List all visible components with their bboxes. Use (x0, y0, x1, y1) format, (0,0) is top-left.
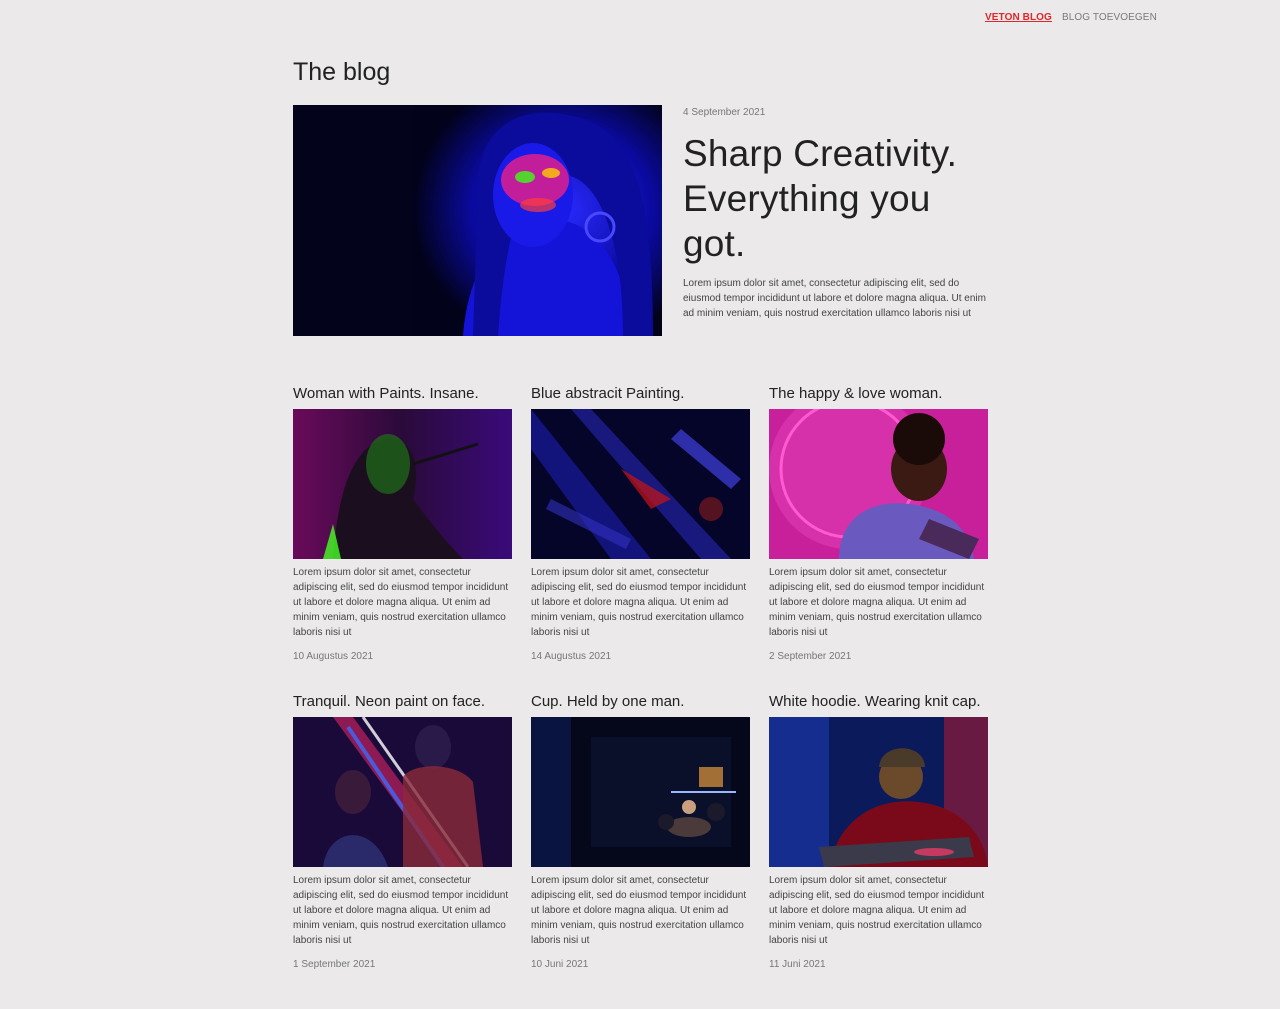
post-image[interactable] (293, 717, 512, 867)
nav-link-veton-blog[interactable]: VETON BLOG (985, 12, 1052, 23)
post-date: 1 September 2021 (293, 959, 376, 970)
post-image[interactable] (531, 409, 750, 559)
hero-title[interactable]: Sharp Creativity. Everything you got. (683, 131, 993, 266)
post-title[interactable]: White hoodie. Wearing knit cap. (769, 693, 988, 711)
post-title[interactable]: Cup. Held by one man. (531, 693, 750, 711)
post-excerpt: Lorem ipsum dolor sit amet, consectetur … (769, 875, 985, 946)
hero-date: 4 September 2021 (683, 107, 766, 118)
post-grid-row-2: Tranquil. Neon paint on face. Lorem ipsu… (293, 693, 988, 970)
nav-link-blog-toevoegen[interactable]: BLOG TOEVOEGEN (1062, 12, 1157, 23)
page-title: The blog (293, 58, 391, 86)
hero-article: 4 September 2021 Sharp Creativity. Every… (683, 107, 993, 321)
post-date: 10 Juni 2021 (531, 959, 589, 970)
post-date: 2 September 2021 (769, 651, 852, 662)
post-image[interactable] (531, 717, 750, 867)
post-date: 11 Juni 2021 (769, 959, 826, 970)
post-card[interactable]: Woman with Paints. Insane. Lorem ipsum d… (293, 385, 512, 662)
post-image[interactable] (293, 409, 512, 559)
post-excerpt: Lorem ipsum dolor sit amet, consectetur … (531, 875, 747, 946)
post-date: 10 Augustus 2021 (293, 651, 374, 662)
post-grid-row-1: Woman with Paints. Insane. Lorem ipsum d… (293, 385, 988, 662)
post-card[interactable]: Tranquil. Neon paint on face. Lorem ipsu… (293, 693, 512, 970)
post-card[interactable]: White hoodie. Wearing knit cap. Lorem ip… (769, 693, 988, 970)
hero-excerpt: Lorem ipsum dolor sit amet, consectetur … (683, 278, 986, 319)
post-card[interactable]: Blue abstracit Painting. Lorem ipsum dol… (531, 385, 750, 662)
post-excerpt: Lorem ipsum dolor sit amet, consectetur … (293, 567, 509, 638)
post-title[interactable]: The happy & love woman. (769, 385, 988, 403)
post-date: 14 Augustus 2021 (531, 651, 612, 662)
post-title[interactable]: Blue abstracit Painting. (531, 385, 750, 403)
hero-image[interactable] (293, 105, 662, 336)
post-title[interactable]: Woman with Paints. Insane. (293, 385, 512, 403)
post-image[interactable] (769, 717, 988, 867)
post-excerpt: Lorem ipsum dolor sit amet, consectetur … (769, 567, 985, 638)
post-card[interactable]: Cup. Held by one man. Lorem ipsum dolor … (531, 693, 750, 970)
post-image[interactable] (769, 409, 988, 559)
post-title[interactable]: Tranquil. Neon paint on face. (293, 693, 512, 711)
top-nav: VETON BLOG BLOG TOEVOEGEN (985, 12, 1157, 23)
post-excerpt: Lorem ipsum dolor sit amet, consectetur … (531, 567, 747, 638)
post-excerpt: Lorem ipsum dolor sit amet, consectetur … (293, 875, 509, 946)
post-card[interactable]: The happy & love woman. Lorem ipsum dolo… (769, 385, 988, 662)
